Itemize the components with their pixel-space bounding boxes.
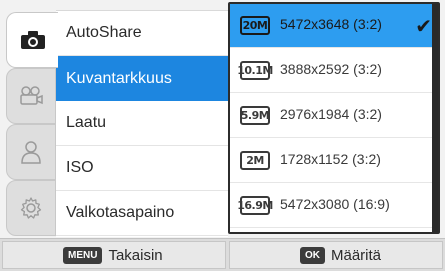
tab-settings[interactable] (6, 180, 56, 236)
resolution-5-9m-icon: 5.9M (240, 106, 270, 125)
gear-icon (19, 196, 43, 220)
checkmark-icon: ✔ (415, 14, 432, 38)
option-resolution-10m[interactable]: 10.1M 3888x2592 (3:2) (230, 49, 438, 93)
option-label: 5472x3648 (3:2) (280, 16, 382, 32)
camera-icon (20, 30, 46, 50)
tab-video[interactable] (6, 68, 56, 124)
resolution-10m-icon: 10.1M (237, 61, 273, 80)
option-resolution-16-9m[interactable]: 16.9M 5472x3080 (16:9) (230, 184, 438, 228)
scrollbar[interactable] (432, 4, 438, 232)
option-label: 3888x2592 (3:2) (280, 61, 382, 77)
confirm-label: Määritä (331, 246, 382, 264)
menu-item-label: Laatu (66, 114, 107, 131)
resolution-20m-icon: 20M (240, 16, 270, 35)
menu-key-icon: MENU (63, 246, 103, 264)
menu-item-quality[interactable]: Laatu (56, 101, 228, 146)
menu-item-label: Valkotasapaino (66, 204, 175, 221)
tab-user[interactable] (6, 124, 56, 180)
back-button[interactable]: MENU Takaisin (2, 241, 226, 269)
video-camera-icon (18, 86, 44, 106)
bottom-bar: MENU Takaisin OK Määritä (0, 238, 445, 271)
settings-menu-list: AutoShare Kuvantarkkuus Laatu ISO Valkot… (56, 10, 228, 237)
person-icon (20, 140, 42, 164)
menu-item-white-balance[interactable]: Valkotasapaino (56, 191, 228, 236)
menu-item-iso[interactable]: ISO (56, 146, 228, 191)
resolution-16-9m-icon: 16.9M (237, 196, 273, 215)
option-resolution-5-9m[interactable]: 5.9M 2976x1984 (3:2) (230, 94, 438, 138)
menu-item-label: ISO (66, 159, 94, 176)
tab-camera[interactable] (6, 12, 58, 68)
option-label: 2976x1984 (3:2) (280, 106, 382, 122)
option-label: 1728x1152 (3:2) (280, 151, 381, 167)
camera-menu-screen: AutoShare Kuvantarkkuus Laatu ISO Valkot… (0, 0, 445, 271)
option-resolution-2m[interactable]: 2M 1728x1152 (3:2) (230, 139, 438, 183)
option-label: 5472x3080 (16:9) (280, 196, 390, 212)
ok-key-icon: OK (300, 246, 325, 264)
back-label: Takaisin (108, 246, 163, 264)
menu-item-autoshare[interactable]: AutoShare (56, 11, 228, 56)
menu-item-image-size[interactable]: Kuvantarkkuus (56, 56, 228, 101)
menu-item-label: Kuvantarkkuus (66, 69, 172, 87)
resolution-options-panel: 20M 5472x3648 (3:2) ✔ 10.1M 3888x2592 (3… (228, 2, 440, 234)
resolution-2m-icon: 2M (240, 151, 270, 170)
menu-item-label: AutoShare (66, 24, 142, 41)
confirm-button[interactable]: OK Määritä (229, 241, 443, 269)
menu-tab-column (6, 12, 58, 236)
option-resolution-20m[interactable]: 20M 5472x3648 (3:2) ✔ (230, 4, 438, 48)
